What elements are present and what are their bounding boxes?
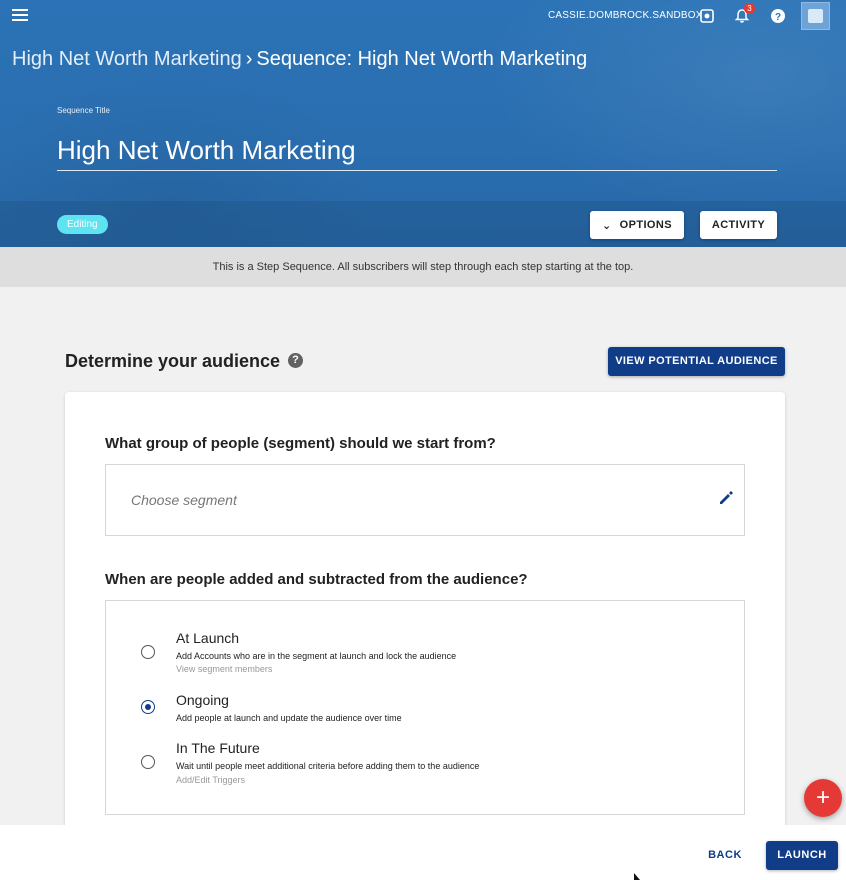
help-icon[interactable]: ? bbox=[770, 8, 786, 24]
activity-button[interactable]: ACTIVITY bbox=[700, 211, 777, 239]
segment-selector[interactable]: Choose segment bbox=[105, 464, 745, 536]
timing-question: When are people added and subtracted fro… bbox=[105, 571, 528, 588]
segment-placeholder: Choose segment bbox=[131, 492, 237, 508]
pencil-icon[interactable] bbox=[718, 490, 734, 506]
sequence-title-label: Sequence Title bbox=[57, 106, 110, 115]
page-header: CASSIE.DOMBROCK.SANDBOX 3 ? High Net Wor… bbox=[0, 0, 846, 247]
launch-button[interactable]: LAUNCH bbox=[766, 841, 838, 870]
sequence-info-banner: This is a Step Sequence. All subscribers… bbox=[0, 247, 846, 287]
breadcrumb-separator: › bbox=[245, 48, 253, 70]
add-fab-button[interactable]: + bbox=[804, 779, 842, 817]
breadcrumb: High Net Worth Marketing › Sequence: High … bbox=[12, 48, 587, 71]
user-name[interactable]: CASSIE.DOMBROCK.SANDBOX bbox=[548, 10, 703, 21]
segment-question: What group of people (segment) should we… bbox=[105, 435, 496, 452]
avatar[interactable] bbox=[801, 2, 830, 30]
radio-in-the-future[interactable] bbox=[141, 755, 155, 769]
breadcrumb-current: Sequence: High Net Worth Marketing bbox=[256, 48, 588, 70]
option-title: Ongoing bbox=[176, 692, 229, 708]
mouse-cursor bbox=[634, 873, 640, 880]
top-bar: CASSIE.DOMBROCK.SANDBOX 3 ? bbox=[0, 0, 846, 32]
svg-text:?: ? bbox=[775, 12, 781, 23]
notification-count-badge: 3 bbox=[744, 3, 755, 14]
options-button[interactable]: ⌄ OPTIONS bbox=[590, 211, 684, 239]
view-potential-audience-button[interactable]: VIEW POTENTIAL AUDIENCE bbox=[608, 347, 785, 376]
chevron-down-icon: ⌄ bbox=[602, 220, 612, 232]
sequence-title-input[interactable]: High Net Worth Marketing bbox=[57, 133, 777, 171]
option-description: Add Accounts who are in the segment at l… bbox=[176, 651, 457, 661]
option-description: Add people at launch and update the audi… bbox=[176, 713, 402, 723]
back-button[interactable]: BACK bbox=[700, 841, 750, 869]
radio-at-launch[interactable] bbox=[141, 645, 155, 659]
option-title: In The Future bbox=[176, 740, 260, 756]
add-edit-triggers-link[interactable]: Add/Edit Triggers bbox=[176, 775, 245, 785]
breadcrumb-parent-link[interactable]: High Net Worth Marketing bbox=[12, 48, 242, 70]
section-title: Determine your audience bbox=[65, 351, 281, 371]
settings-icon[interactable] bbox=[699, 8, 715, 24]
option-description: Wait until people meet additional criter… bbox=[176, 761, 480, 771]
status-badge: Editing bbox=[57, 215, 108, 234]
view-segment-members-link[interactable]: View segment members bbox=[176, 664, 272, 674]
help-circle-icon[interactable]: ? bbox=[288, 353, 303, 368]
radio-ongoing[interactable] bbox=[141, 700, 155, 714]
menu-icon[interactable] bbox=[12, 9, 28, 23]
options-button-label: OPTIONS bbox=[619, 219, 672, 231]
option-title: At Launch bbox=[176, 630, 240, 646]
